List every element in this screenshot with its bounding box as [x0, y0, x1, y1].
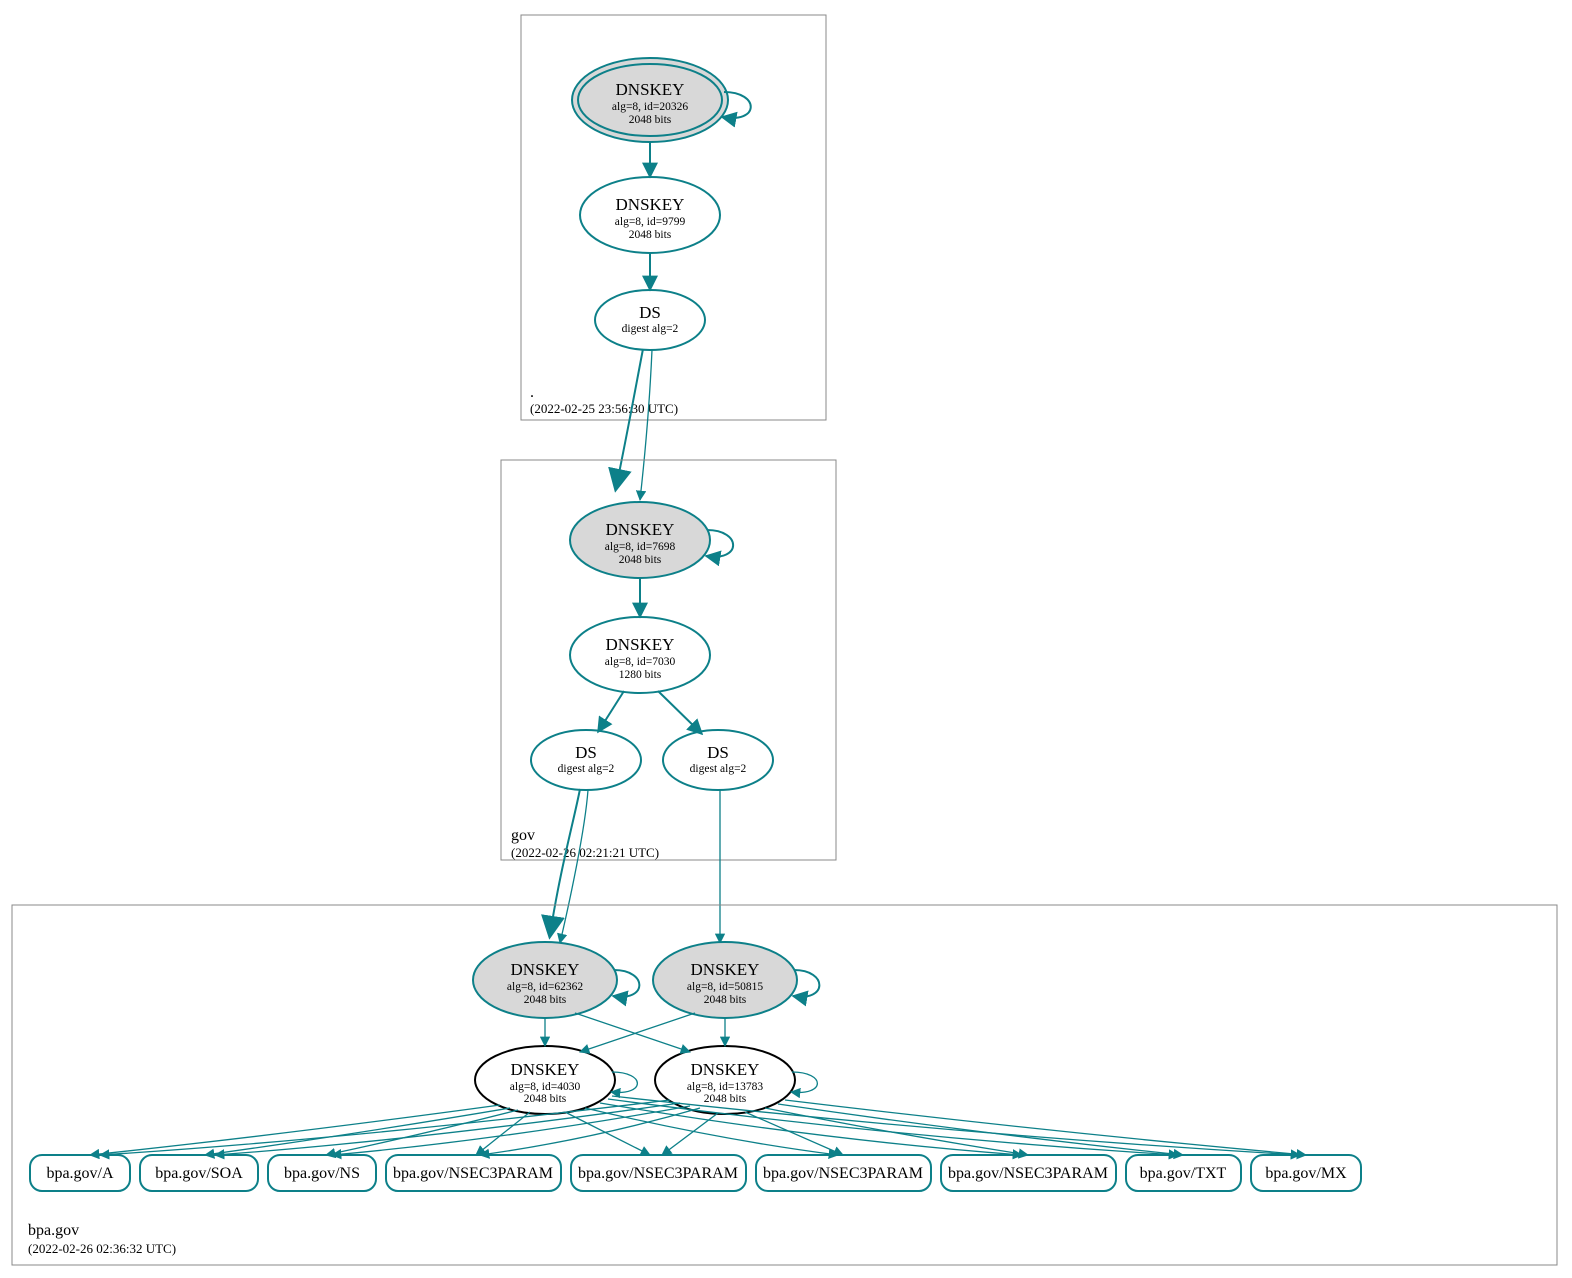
- svg-text:bpa.gov/SOA: bpa.gov/SOA: [155, 1165, 243, 1182]
- svg-text:2048 bits: 2048 bits: [524, 994, 567, 1006]
- zone-root-ts: (2022-02-25 23:56:30 UTC): [530, 401, 678, 416]
- node-gov-ds2: DS digest alg=2: [663, 730, 773, 790]
- rrset-txt: bpa.gov/TXT: [1126, 1155, 1241, 1191]
- edge-root-ds-gov-ksk-big: [616, 349, 643, 488]
- rrset-ns: bpa.gov/NS: [268, 1155, 376, 1191]
- edge-gov-zsk-ds1: [598, 691, 624, 732]
- svg-text:alg=8, id=20326: alg=8, id=20326: [612, 101, 688, 113]
- svg-text:bpa.gov/NSEC3PARAM: bpa.gov/NSEC3PARAM: [578, 1165, 738, 1182]
- rrset-nsec3-3: bpa.gov/NSEC3PARAM: [756, 1155, 931, 1191]
- svg-text:2048 bits: 2048 bits: [629, 114, 672, 126]
- node-bpa-ksk2: DNSKEY alg=8, id=50815 2048 bits: [653, 942, 797, 1018]
- svg-text:DNSKEY: DNSKEY: [511, 1060, 580, 1079]
- node-bpa-zsk1: DNSKEY alg=8, id=4030 2048 bits: [475, 1046, 615, 1114]
- zone-root: . (2022-02-25 23:56:30 UTC) DNSKEY alg=8…: [521, 15, 826, 420]
- zone-gov-label: gov: [511, 827, 535, 844]
- node-gov-ksk: DNSKEY alg=8, id=7698 2048 bits: [570, 502, 710, 578]
- node-root-zsk: DNSKEY alg=8, id=9799 2048 bits: [580, 177, 720, 253]
- svg-text:DNSKEY: DNSKEY: [691, 960, 760, 979]
- svg-text:digest alg=2: digest alg=2: [622, 323, 679, 335]
- svg-text:DNSKEY: DNSKEY: [616, 80, 685, 99]
- zone-bpagov-ts: (2022-02-26 02:36:32 UTC): [28, 1241, 176, 1256]
- edge-root-ds-gov-ksk: [640, 350, 652, 500]
- svg-text:bpa.gov/NS: bpa.gov/NS: [284, 1165, 360, 1182]
- zone-bpagov: bpa.gov (2022-02-26 02:36:32 UTC) DNSKEY…: [12, 905, 1557, 1265]
- rrset-a: bpa.gov/A: [30, 1155, 130, 1191]
- svg-text:DS: DS: [707, 743, 729, 762]
- rrset-nsec3-1: bpa.gov/NSEC3PARAM: [386, 1155, 561, 1191]
- svg-text:DNSKEY: DNSKEY: [511, 960, 580, 979]
- svg-text:2048 bits: 2048 bits: [524, 1093, 567, 1105]
- node-root-ksk: DNSKEY alg=8, id=20326 2048 bits: [572, 58, 728, 142]
- svg-text:alg=8, id=9799: alg=8, id=9799: [615, 216, 686, 228]
- svg-text:DS: DS: [575, 743, 597, 762]
- rrset-soa: bpa.gov/SOA: [140, 1155, 258, 1191]
- zone-root-label: .: [530, 384, 534, 401]
- node-gov-ds1: DS digest alg=2: [531, 730, 641, 790]
- svg-text:bpa.gov/A: bpa.gov/A: [46, 1165, 114, 1182]
- svg-text:alg=8, id=13783: alg=8, id=13783: [687, 1081, 763, 1093]
- svg-text:bpa.gov/NSEC3PARAM: bpa.gov/NSEC3PARAM: [763, 1165, 923, 1182]
- rrset-mx: bpa.gov/MX: [1251, 1155, 1361, 1191]
- rrset-nsec3-2: bpa.gov/NSEC3PARAM: [571, 1155, 746, 1191]
- zone-bpagov-label: bpa.gov: [28, 1222, 79, 1239]
- svg-text:2048 bits: 2048 bits: [704, 994, 747, 1006]
- edges-zsk-to-rrsets: [90, 1096, 1306, 1155]
- node-gov-zsk: DNSKEY alg=8, id=7030 1280 bits: [570, 617, 710, 693]
- svg-text:DNSKEY: DNSKEY: [606, 635, 675, 654]
- rrset-nsec3-4: bpa.gov/NSEC3PARAM: [941, 1155, 1116, 1191]
- svg-text:alg=8, id=4030: alg=8, id=4030: [510, 1081, 581, 1093]
- svg-text:1280 bits: 1280 bits: [619, 669, 662, 681]
- svg-text:digest alg=2: digest alg=2: [558, 763, 615, 775]
- svg-text:alg=8, id=62362: alg=8, id=62362: [507, 981, 583, 993]
- svg-text:2048 bits: 2048 bits: [619, 554, 662, 566]
- svg-text:bpa.gov/NSEC3PARAM: bpa.gov/NSEC3PARAM: [948, 1165, 1108, 1182]
- svg-text:bpa.gov/NSEC3PARAM: bpa.gov/NSEC3PARAM: [393, 1165, 553, 1182]
- svg-text:alg=8, id=7030: alg=8, id=7030: [605, 656, 676, 668]
- svg-text:2048 bits: 2048 bits: [629, 229, 672, 241]
- svg-text:DNSKEY: DNSKEY: [616, 195, 685, 214]
- node-root-ds: DS digest alg=2: [595, 290, 705, 350]
- node-bpa-ksk1: DNSKEY alg=8, id=62362 2048 bits: [473, 942, 617, 1018]
- svg-text:DNSKEY: DNSKEY: [606, 520, 675, 539]
- edge-gov-ds1-bpa-ksk1-big: [550, 789, 580, 935]
- svg-text:alg=8, id=7698: alg=8, id=7698: [605, 541, 676, 553]
- svg-text:alg=8, id=50815: alg=8, id=50815: [687, 981, 763, 993]
- svg-text:bpa.gov/TXT: bpa.gov/TXT: [1140, 1165, 1227, 1182]
- zone-gov: gov (2022-02-26 02:21:21 UTC) DNSKEY alg…: [501, 460, 836, 860]
- svg-text:DS: DS: [639, 303, 661, 322]
- zone-gov-ts: (2022-02-26 02:21:21 UTC): [511, 845, 659, 860]
- svg-text:bpa.gov/MX: bpa.gov/MX: [1265, 1165, 1347, 1182]
- edge-gov-zsk-ds2: [658, 691, 702, 734]
- svg-text:2048 bits: 2048 bits: [704, 1093, 747, 1105]
- svg-text:DNSKEY: DNSKEY: [691, 1060, 760, 1079]
- svg-text:digest alg=2: digest alg=2: [690, 763, 747, 775]
